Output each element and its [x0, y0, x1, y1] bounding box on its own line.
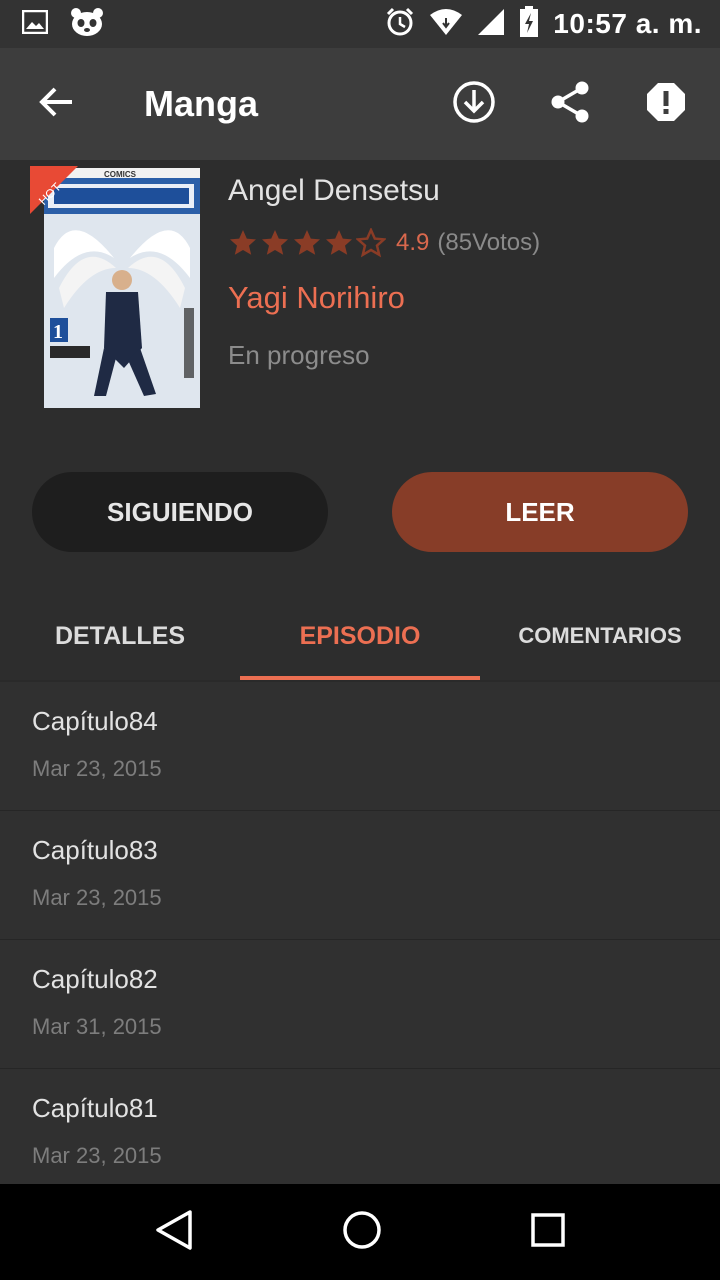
chapter-date: Mar 31, 2015 [32, 1014, 162, 1039]
list-item[interactable]: Capítulo82 Mar 31, 2015 [0, 940, 720, 1069]
nav-recents-button[interactable] [530, 1212, 566, 1253]
tab-comments[interactable]: COMENTARIOS [480, 592, 720, 680]
tab-bar: DETALLES EPISODIO COMENTARIOS [0, 592, 720, 680]
share-button[interactable] [538, 72, 602, 136]
nav-home-button[interactable] [341, 1209, 383, 1256]
author-link[interactable]: Yagi Norihiro [228, 280, 405, 316]
star-filled-icon [294, 230, 320, 255]
back-button[interactable] [24, 72, 88, 136]
publication-status: En progreso [228, 340, 370, 370]
alarm-icon [385, 7, 415, 42]
wifi-icon [429, 8, 463, 41]
chapter-date: Mar 23, 2015 [32, 1143, 162, 1168]
signal-icon [477, 8, 505, 41]
page-title: Manga [144, 83, 259, 124]
star-filled-icon [230, 230, 256, 255]
list-item[interactable]: Capítulo84 Mar 23, 2015 [0, 682, 720, 811]
nav-back-button[interactable] [154, 1209, 194, 1256]
status-time: 10:57 a. m. [553, 8, 702, 39]
chapter-title: Capítulo83 [32, 835, 158, 865]
star-filled-icon [262, 230, 288, 255]
battery-charging-icon [519, 5, 539, 43]
rating-stars [228, 228, 386, 258]
rating: 4.9 (85Votos) [228, 228, 540, 258]
triangle-back-icon [154, 1209, 194, 1255]
rating-value: 4.9 [396, 229, 430, 256]
panda-icon [70, 7, 104, 42]
svg-text:COMICS: COMICS [104, 170, 137, 179]
list-item[interactable]: Capítulo83 Mar 23, 2015 [0, 811, 720, 940]
chapter-title: Capítulo81 [32, 1093, 158, 1123]
report-icon [646, 82, 686, 127]
report-button[interactable] [634, 72, 698, 136]
image-icon [21, 9, 49, 39]
list-item[interactable]: Capítulo81 Mar 23, 2015 [0, 1069, 720, 1184]
chapter-list[interactable]: Capítulo84 Mar 23, 2015 Capítulo83 Mar 2… [0, 682, 720, 1184]
svg-text:1: 1 [53, 321, 63, 343]
chapter-date: Mar 23, 2015 [32, 885, 162, 910]
manga-header: COMICS 1 HOT Angel Densetsu 4.9 (85Votos… [0, 160, 720, 680]
circle-home-icon [341, 1210, 383, 1255]
star-empty-icon [356, 228, 386, 258]
chapter-title: Capítulo82 [32, 964, 158, 994]
system-nav-bar [0, 1184, 720, 1280]
read-button[interactable]: LEER [392, 472, 688, 552]
download-icon [452, 80, 496, 129]
download-button[interactable] [442, 72, 506, 136]
chapter-date: Mar 23, 2015 [32, 756, 162, 781]
arrow-back-icon [38, 86, 74, 123]
follow-button[interactable]: SIGUIENDO [32, 472, 328, 552]
square-recents-icon [530, 1212, 566, 1252]
star-filled-icon [326, 230, 352, 255]
manga-title: Angel Densetsu [228, 174, 440, 207]
chapter-title: Capítulo84 [32, 706, 158, 736]
app-bar: Manga [0, 48, 720, 160]
tab-details[interactable]: DETALLES [0, 592, 240, 680]
votes-count: (85Votos) [437, 229, 541, 256]
share-icon [550, 81, 590, 128]
status-bar: 10:57 a. m. [0, 0, 720, 48]
tab-episodes[interactable]: EPISODIO [240, 592, 480, 680]
